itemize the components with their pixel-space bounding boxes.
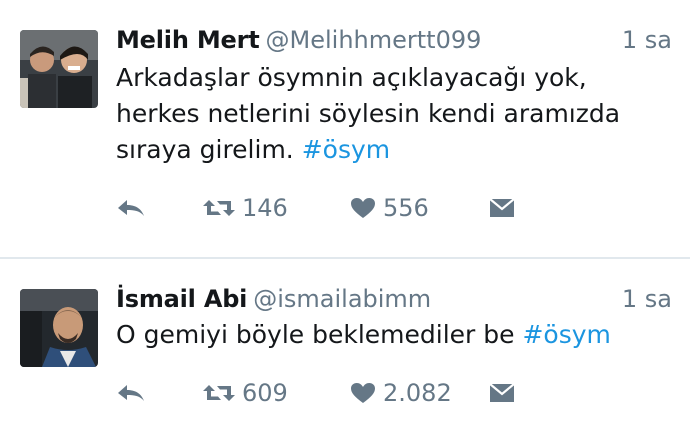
retweet-icon	[203, 385, 235, 401]
tweet-header: İsmail Abi @ismailabimm 1 sa	[116, 285, 672, 315]
direct-message-icon	[489, 198, 515, 217]
user-name[interactable]: Melih Mert	[116, 26, 260, 54]
like-count: 556	[383, 194, 429, 222]
reply-button[interactable]	[116, 375, 146, 411]
retweet-count: 609	[242, 379, 288, 407]
direct-message-button[interactable]	[488, 375, 516, 411]
tweet[interactable]: İsmail Abi @ismailabimm 1 sa O gemiyi böy…	[0, 259, 690, 440]
direct-message-icon	[489, 383, 515, 402]
retweet-count: 146	[242, 194, 288, 222]
tweet[interactable]: Melih Mert @Melihhmertt099 1 sa Arkadaşla…	[0, 0, 690, 258]
hashtag-link[interactable]: #ösym	[302, 135, 390, 164]
tweet-actions: 146 556	[116, 190, 556, 226]
avatar-photo	[20, 289, 98, 367]
like-count: 2.082	[383, 379, 452, 407]
reply-icon	[118, 385, 144, 401]
heart-icon	[351, 198, 375, 218]
timestamp[interactable]: 1 sa	[622, 285, 672, 313]
heart-icon	[351, 383, 375, 403]
retweet-button[interactable]: 146	[202, 190, 288, 226]
tweet-actions: 609 2.082	[116, 375, 556, 411]
user-handle[interactable]: @ismailabimm	[253, 285, 431, 313]
like-button[interactable]: 2.082	[349, 375, 452, 411]
reply-button[interactable]	[116, 190, 146, 226]
direct-message-button[interactable]	[488, 190, 516, 226]
hashtag-link[interactable]: #ösym	[522, 320, 610, 349]
timestamp[interactable]: 1 sa	[622, 26, 672, 54]
tweet-text: Arkadaşlar ösymnin açıklayacağı yok, her…	[116, 60, 676, 168]
tweet-header: Melih Mert @Melihhmertt099 1 sa	[116, 26, 672, 56]
retweet-button[interactable]: 609	[202, 375, 288, 411]
retweet-icon	[203, 200, 235, 216]
like-button[interactable]: 556	[349, 190, 429, 226]
avatar-photo	[20, 30, 98, 108]
avatar[interactable]	[20, 30, 98, 108]
reply-icon	[118, 200, 144, 216]
tweet-feed: Melih Mert @Melihhmertt099 1 sa Arkadaşla…	[0, 0, 690, 440]
tweet-body: O gemiyi böyle beklemediler be	[116, 320, 515, 349]
avatar[interactable]	[20, 289, 98, 367]
user-handle[interactable]: @Melihhmertt099	[266, 26, 482, 54]
user-name[interactable]: İsmail Abi	[116, 285, 247, 313]
tweet-text: O gemiyi böyle beklemediler be #ösym	[116, 317, 676, 353]
